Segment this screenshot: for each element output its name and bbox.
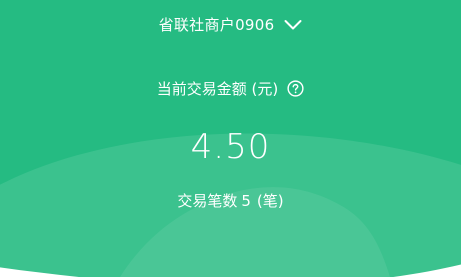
chevron-down-icon[interactable] bbox=[284, 19, 302, 31]
merchant-name: 省联社商户0906 bbox=[158, 16, 275, 34]
amount-label: 当前交易金额 (元) bbox=[156, 79, 279, 98]
amount-label-row: 当前交易金额 (元) bbox=[0, 76, 461, 100]
merchant-selector[interactable]: 省联社商户0906 bbox=[0, 10, 461, 40]
count-label: 交易笔数 bbox=[177, 192, 238, 210]
question-circle-icon[interactable] bbox=[287, 79, 304, 97]
transaction-count-row: 交易笔数 5 (笔) bbox=[0, 189, 461, 213]
amount-value: 4.50 bbox=[190, 127, 271, 167]
transaction-summary-card: 省联社商户0906 当前交易金额 (元) 4.50 交易笔数 5 (笔) bbox=[0, 0, 461, 277]
count-unit: (笔) bbox=[256, 192, 284, 210]
count-value: 5 bbox=[241, 192, 251, 210]
